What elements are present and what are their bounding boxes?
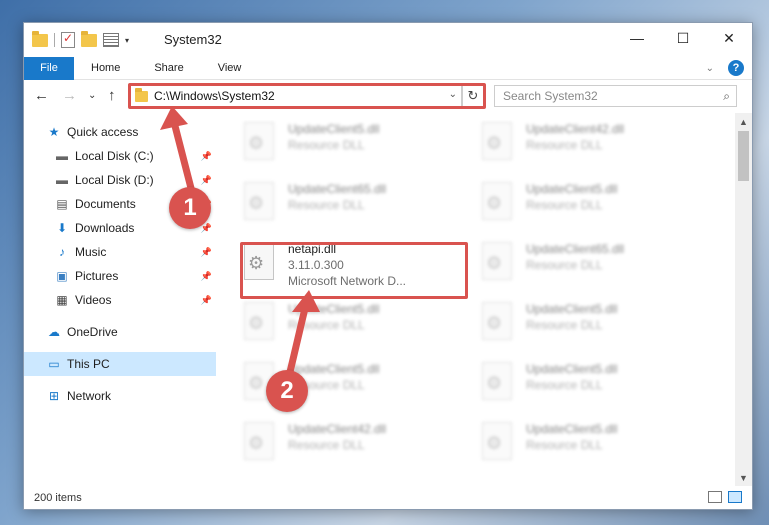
annotation-arrows: [160, 106, 320, 376]
step-2-badge: 2: [266, 370, 308, 412]
arrow-2-head: [292, 290, 320, 312]
arrow-1-shaft: [170, 118, 196, 196]
arrow-1-head: [160, 106, 188, 130]
step-1-badge: 1: [169, 187, 211, 229]
arrow-2-shaft: [286, 300, 310, 376]
